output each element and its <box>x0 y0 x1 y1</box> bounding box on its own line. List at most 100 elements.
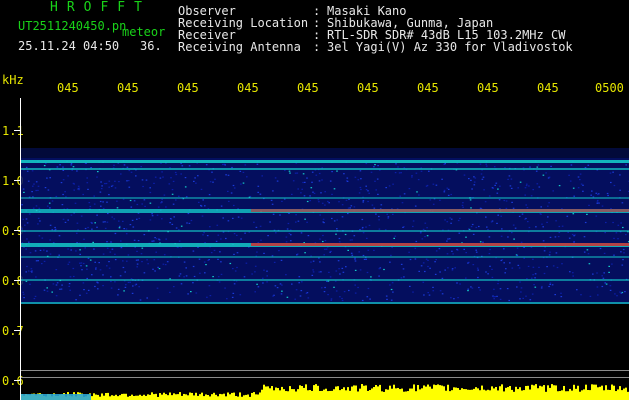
spectrum-speckle <box>394 172 397 174</box>
spectrum-speckle <box>138 217 141 219</box>
spectrum-speckle <box>472 233 475 235</box>
spectrum-speckle <box>550 165 552 167</box>
spectrum-speckle <box>351 239 353 241</box>
spectrum-speckle <box>484 201 487 203</box>
spectrum-speckle <box>100 205 102 207</box>
spectrum-speckle <box>99 269 102 271</box>
spectrum-speckle <box>558 225 561 228</box>
power-bar <box>623 388 625 400</box>
power-bar <box>609 389 611 400</box>
spectrum-speckle <box>97 282 99 284</box>
spectrum-speckle <box>22 293 25 295</box>
spectrum-speckle <box>479 289 481 291</box>
spectrum-speckle <box>366 296 369 298</box>
spectrum-speckle <box>311 171 314 173</box>
spectrum-speckle <box>224 164 226 166</box>
power-bar <box>219 393 221 400</box>
spectrum-speckle <box>200 188 203 190</box>
spectrum-speckle <box>491 268 493 270</box>
spectrum-speckle <box>386 298 388 300</box>
power-bar <box>587 389 589 400</box>
spectrum-band <box>21 160 629 163</box>
power-bar <box>205 394 207 400</box>
spectrum-speckle <box>28 213 31 215</box>
spectrum-speckle <box>256 251 258 253</box>
spectrum-speckle <box>300 290 303 292</box>
spectrum-speckle <box>319 214 321 216</box>
spectrum-speckle <box>184 186 187 188</box>
spectrum-speckle <box>140 253 143 255</box>
spectrum-speckle <box>140 166 142 168</box>
spectrum-speckle <box>537 164 540 166</box>
spectrum-speckle <box>613 254 615 256</box>
spectrum-speckle <box>415 240 418 243</box>
spectrum-speckle <box>377 193 379 195</box>
power-bar <box>191 392 193 400</box>
spectrum-speckle <box>255 226 258 228</box>
spectrum-speckle <box>69 289 71 291</box>
power-bar <box>515 386 517 400</box>
spectrum-speckle <box>39 220 41 222</box>
spectrum-speckle <box>132 285 134 287</box>
spectrum-speckle <box>218 281 221 283</box>
power-bar <box>483 389 485 400</box>
spectrum-speckle <box>389 261 391 263</box>
spectrum-speckle <box>589 295 592 297</box>
spectrum-speckle <box>80 262 83 264</box>
spectrum-speckle <box>354 176 357 178</box>
spectrum-speckle <box>87 226 89 229</box>
spectrum-speckle <box>482 241 484 243</box>
spectrum-speckle <box>79 253 81 255</box>
power-bar <box>499 386 501 400</box>
spectrum-speckle <box>239 170 242 172</box>
spectrum-speckle <box>46 250 48 252</box>
power-bar <box>291 389 293 400</box>
power-bar <box>343 387 345 400</box>
spectrum-speckle <box>476 267 479 269</box>
spectrum-speckle <box>486 226 488 228</box>
spectrum-speckle <box>101 185 103 187</box>
spectrum-speckle <box>222 163 224 166</box>
power-bar <box>321 390 323 400</box>
spectrum-speckle <box>385 187 387 189</box>
spectrum-speckle <box>438 248 441 250</box>
spectrum-speckle <box>588 204 590 206</box>
spectrum-speckle <box>615 232 618 234</box>
spectrum-speckle <box>133 200 136 202</box>
power-bar <box>135 395 137 400</box>
spectrum-speckle <box>346 177 349 179</box>
spectrum-speckle <box>588 263 591 265</box>
spectrum-speckle <box>113 164 115 166</box>
spectrum-speckle <box>55 284 58 286</box>
spectrum-speckle <box>390 299 393 301</box>
spectrum-speckle <box>141 179 144 181</box>
spectrum-speckle <box>619 174 621 176</box>
power-bar <box>625 387 627 400</box>
power-bar <box>353 385 355 400</box>
spectrum-speckle <box>500 215 502 217</box>
spectrum-speckle <box>69 276 72 278</box>
spectrum-speckle <box>530 195 533 197</box>
power-bar <box>543 385 545 400</box>
spectrum-speckle <box>536 166 539 168</box>
spectrum-speckle <box>134 284 137 286</box>
spectrum-speckle <box>127 281 130 283</box>
spectrum-speckle <box>619 189 621 191</box>
spectrum-speckle <box>579 179 581 181</box>
spectrum-speckle <box>95 267 97 269</box>
spectrum-speckle <box>295 221 297 223</box>
spectrum-speckle <box>129 199 132 202</box>
spectrum-speckle <box>327 294 329 296</box>
spectrum-speckle <box>367 190 369 192</box>
spectrum-speckle <box>324 204 326 206</box>
spectrum-speckle <box>572 272 574 274</box>
spectrum-speckle <box>318 271 321 273</box>
spectrum-speckle <box>198 258 201 260</box>
power-bar <box>471 389 473 400</box>
spectrum-speckle <box>568 174 570 176</box>
spectrum-speckle <box>324 240 327 242</box>
spectrum-speckle <box>132 226 135 228</box>
spectrum-speckle <box>306 177 308 179</box>
spectrum-speckle <box>41 263 43 265</box>
power-bar <box>591 384 593 400</box>
